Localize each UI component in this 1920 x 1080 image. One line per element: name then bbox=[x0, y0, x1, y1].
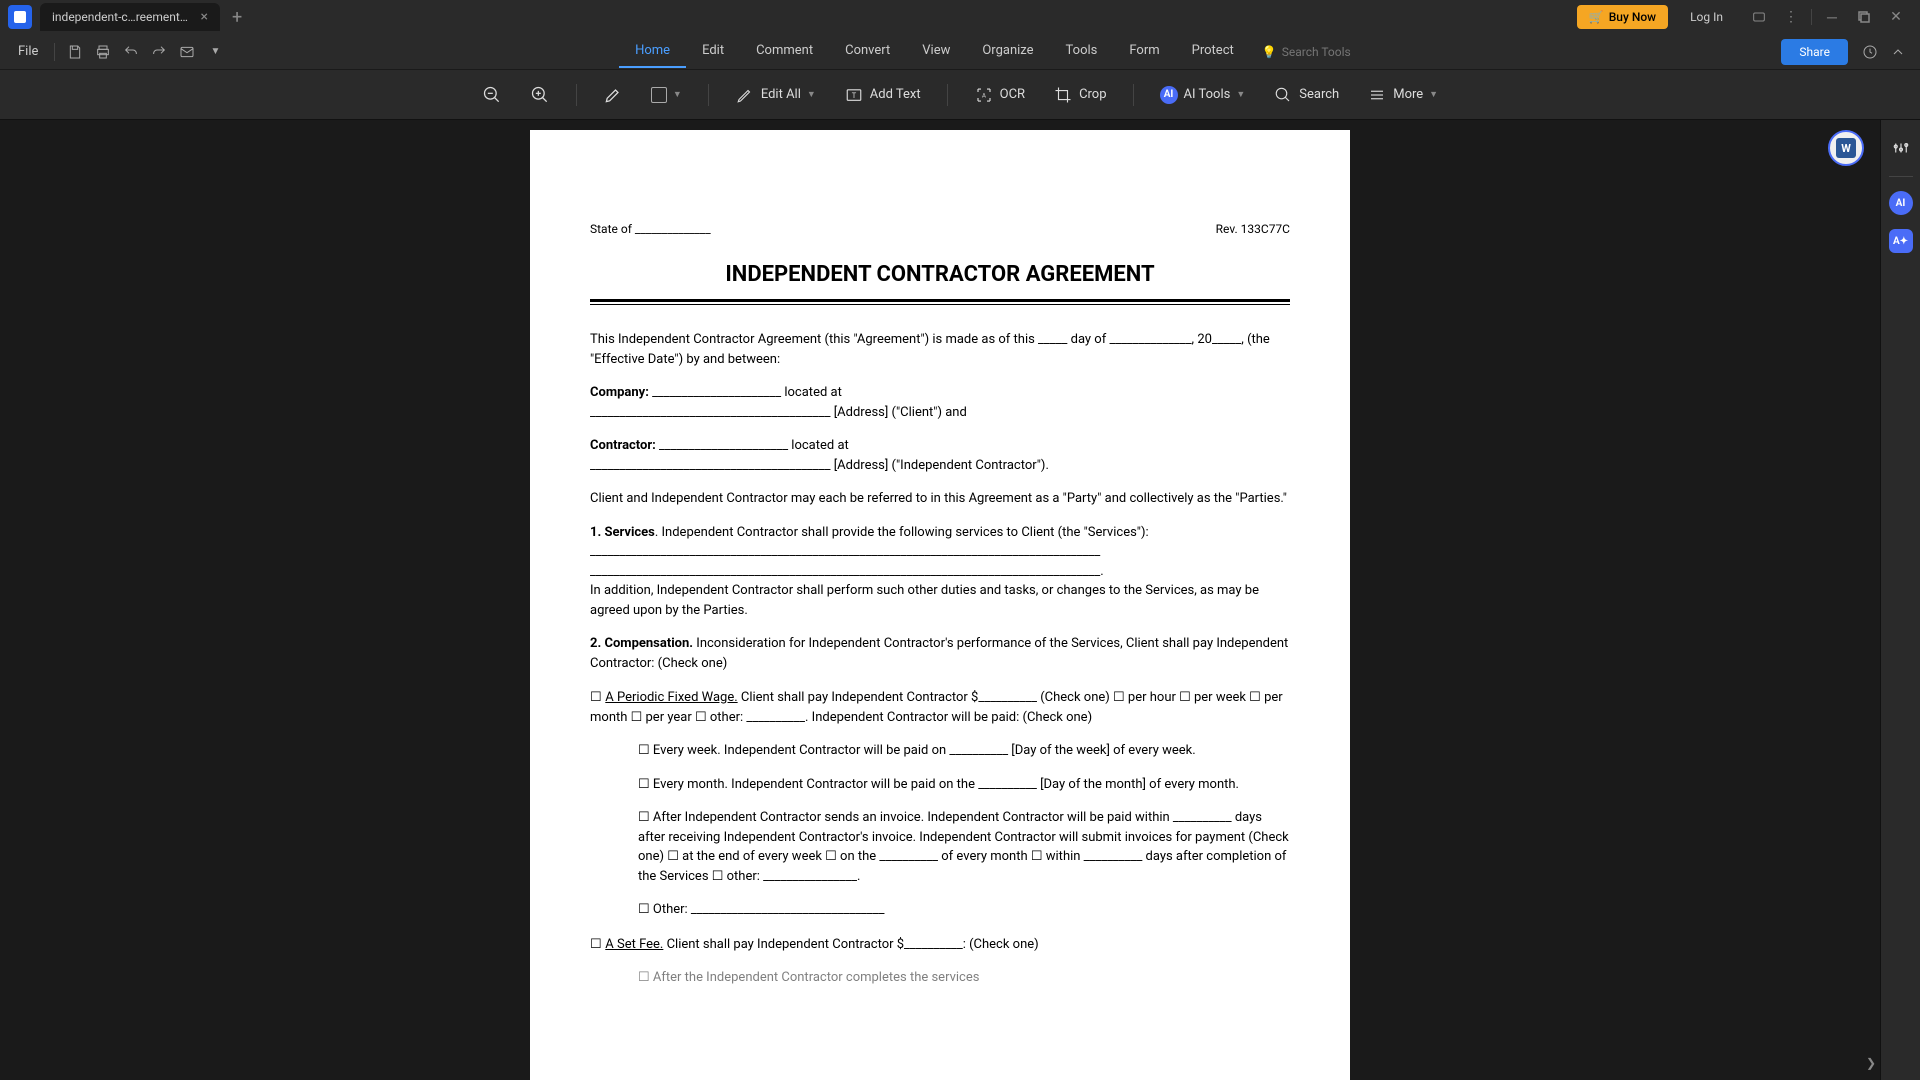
svg-text:A: A bbox=[982, 92, 986, 99]
crop-icon bbox=[1053, 85, 1073, 105]
login-button[interactable]: Log In bbox=[1678, 5, 1735, 29]
undo-icon[interactable] bbox=[117, 38, 145, 66]
tab-close-icon[interactable]: × bbox=[201, 9, 208, 25]
chevron-down-icon: ▼ bbox=[807, 89, 816, 100]
kebab-menu-icon[interactable]: ⋮ bbox=[1775, 1, 1807, 33]
tab-form[interactable]: Form bbox=[1113, 35, 1175, 68]
redo-icon[interactable] bbox=[145, 38, 173, 66]
ai-icon: AI bbox=[1160, 86, 1178, 104]
search-tools[interactable]: 💡 bbox=[1250, 35, 1384, 68]
add-text-button[interactable]: TAdd Text bbox=[836, 79, 929, 111]
wage-paragraph: ☐ A Periodic Fixed Wage. Client shall pa… bbox=[590, 687, 1290, 727]
document-viewport[interactable]: State of ______________ Rev. 133C77C IND… bbox=[0, 120, 1880, 1080]
tab-protect[interactable]: Protect bbox=[1176, 35, 1250, 68]
more-icon bbox=[1367, 85, 1387, 105]
tab-comment[interactable]: Comment bbox=[740, 35, 829, 68]
document-title: INDEPENDENT CONTRACTOR AGREEMENT bbox=[590, 258, 1290, 291]
chevron-down-icon: ▼ bbox=[1236, 89, 1245, 100]
tab-home[interactable]: Home bbox=[619, 35, 686, 68]
state-of-line: State of ______________ bbox=[590, 220, 711, 238]
pdf-page[interactable]: State of ______________ Rev. 133C77C IND… bbox=[530, 130, 1350, 1080]
compensation-paragraph: 2. Compensation. Inconsideration for Ind… bbox=[590, 634, 1290, 673]
tab-view[interactable]: View bbox=[906, 35, 966, 68]
highlight-button[interactable] bbox=[595, 79, 631, 111]
ocr-icon: A bbox=[974, 85, 994, 105]
notification-icon[interactable] bbox=[1743, 1, 1775, 33]
svg-text:T: T bbox=[852, 91, 857, 100]
wage-other-line: ☐ Other: _______________________________… bbox=[638, 900, 1290, 920]
content-area: State of ______________ Rev. 133C77C IND… bbox=[0, 120, 1920, 1080]
minimize-icon[interactable]: ─ bbox=[1816, 1, 1848, 33]
ai-sidebar-icon[interactable]: AI bbox=[1889, 191, 1913, 215]
tab-convert[interactable]: Convert bbox=[829, 35, 906, 68]
title-rule bbox=[590, 299, 1290, 305]
rectangle-icon bbox=[651, 87, 667, 103]
title-bar: independent-c…reement.pdf * × + 🛒 Buy No… bbox=[0, 0, 1920, 34]
ai-read-icon[interactable]: A✦ bbox=[1889, 229, 1913, 253]
edit-all-button[interactable]: Edit All▼ bbox=[727, 79, 824, 111]
search-button[interactable]: Search bbox=[1265, 79, 1347, 111]
collapse-ribbon-icon[interactable] bbox=[1884, 38, 1912, 66]
text-box-icon: T bbox=[844, 85, 864, 105]
menu-bar: File ▼ Home Edit Comment Convert View Or… bbox=[0, 34, 1920, 70]
wage-month-line: ☐ Every month. Independent Contractor wi… bbox=[638, 775, 1290, 795]
search-tools-input[interactable] bbox=[1282, 45, 1372, 59]
contractor-paragraph: Contractor: ______________________ locat… bbox=[590, 436, 1290, 475]
shape-button[interactable]: ▼ bbox=[643, 81, 690, 109]
close-window-icon[interactable]: ✕ bbox=[1880, 1, 1912, 33]
wage-invoice-line: ☐ After Independent Contractor sends an … bbox=[638, 808, 1290, 886]
document-tab[interactable]: independent-c…reement.pdf * × bbox=[40, 3, 220, 31]
right-sidebar: AI A✦ bbox=[1880, 120, 1920, 1080]
tab-tools[interactable]: Tools bbox=[1050, 35, 1114, 68]
new-tab-button[interactable]: + bbox=[224, 7, 250, 28]
search-icon bbox=[1273, 85, 1293, 105]
fee-paragraph: ☐ A Set Fee. Client shall pay Independen… bbox=[590, 934, 1290, 955]
bulb-icon: 💡 bbox=[1262, 45, 1277, 59]
maximize-icon[interactable] bbox=[1848, 1, 1880, 33]
email-icon[interactable] bbox=[173, 38, 201, 66]
word-export-badge[interactable]: W bbox=[1828, 130, 1864, 166]
zoom-out-button[interactable] bbox=[474, 79, 510, 111]
buy-now-button[interactable]: 🛒 Buy Now bbox=[1577, 5, 1668, 29]
file-menu[interactable]: File bbox=[8, 44, 48, 59]
history-icon[interactable] bbox=[1856, 38, 1884, 66]
company-paragraph: Company: ______________________ located … bbox=[590, 383, 1290, 422]
expand-sidebar-icon[interactable]: ❯ bbox=[1866, 1056, 1876, 1070]
zoom-out-icon bbox=[482, 85, 502, 105]
wage-week-line: ☐ Every week. Independent Contractor wil… bbox=[638, 741, 1290, 761]
zoom-in-icon bbox=[530, 85, 550, 105]
tab-organize[interactable]: Organize bbox=[966, 35, 1049, 68]
crop-button[interactable]: Crop bbox=[1045, 79, 1114, 111]
zoom-in-button[interactable] bbox=[522, 79, 558, 111]
fee-after-line: ☐ After the Independent Contractor compl… bbox=[638, 968, 1290, 988]
parties-paragraph: Client and Independent Contractor may ea… bbox=[590, 489, 1290, 509]
properties-icon[interactable] bbox=[1887, 134, 1915, 162]
intro-paragraph: This Independent Contractor Agreement (t… bbox=[590, 330, 1290, 369]
pen-icon bbox=[735, 85, 755, 105]
save-icon[interactable] bbox=[61, 38, 89, 66]
ocr-button[interactable]: AOCR bbox=[966, 79, 1033, 111]
toolbar: ▼ Edit All▼ TAdd Text AOCR Crop AIAI Too… bbox=[0, 70, 1920, 120]
app-icon[interactable] bbox=[8, 5, 32, 29]
tab-title: independent-c…reement.pdf * bbox=[52, 10, 191, 24]
page-header: State of ______________ Rev. 133C77C bbox=[590, 220, 1290, 238]
chevron-down-icon: ▼ bbox=[673, 89, 682, 100]
highlighter-icon bbox=[603, 85, 623, 105]
services-paragraph: 1. Services. Independent Contractor shal… bbox=[590, 523, 1290, 621]
share-button[interactable]: Share bbox=[1781, 39, 1848, 65]
rev-line: Rev. 133C77C bbox=[1216, 220, 1290, 238]
nav-tabs: Home Edit Comment Convert View Organize … bbox=[619, 35, 1384, 68]
chevron-down-icon: ▼ bbox=[1429, 89, 1438, 100]
tab-edit[interactable]: Edit bbox=[686, 35, 740, 68]
print-icon[interactable] bbox=[89, 38, 117, 66]
quick-access-dropdown-icon[interactable]: ▼ bbox=[201, 38, 229, 66]
more-button[interactable]: More▼ bbox=[1359, 79, 1446, 111]
ai-tools-button[interactable]: AIAI Tools▼ bbox=[1152, 80, 1254, 110]
cart-icon: 🛒 bbox=[1589, 10, 1604, 24]
